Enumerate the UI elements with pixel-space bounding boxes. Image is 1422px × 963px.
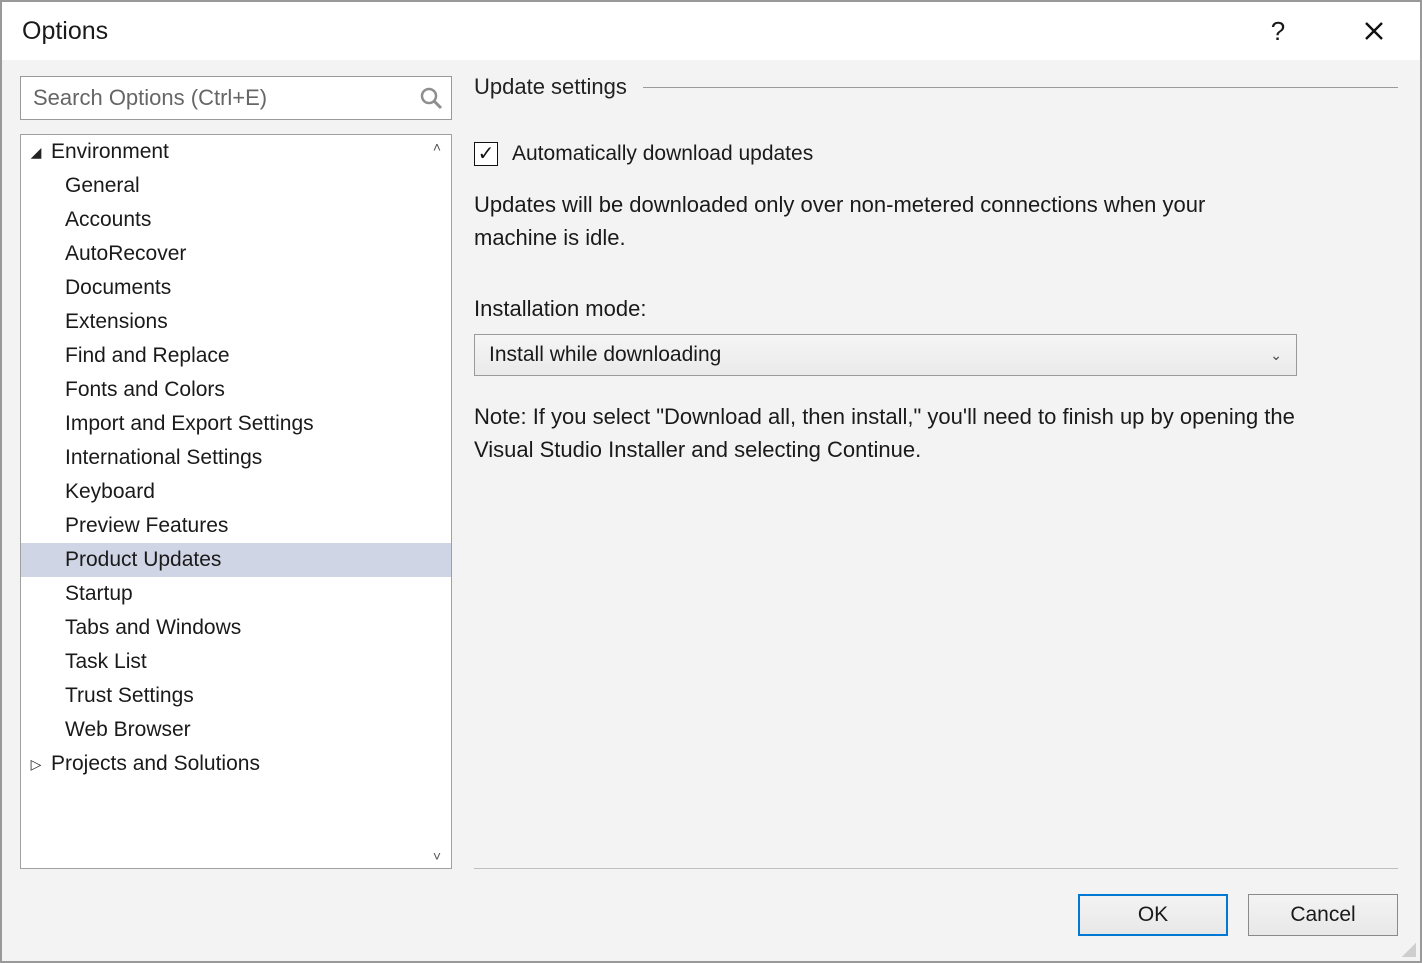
caret-down-icon: ◢	[27, 144, 45, 161]
help-button[interactable]: ?	[1250, 11, 1306, 51]
tree-label: Find and Replace	[65, 344, 230, 368]
section-rule	[643, 87, 1398, 88]
help-icon: ?	[1271, 16, 1285, 47]
tree-item-startup[interactable]: Startup	[21, 577, 451, 611]
right-column: Update settings ✓ Automatically download…	[474, 76, 1398, 869]
tree-label: Keyboard	[65, 480, 155, 504]
section-header: Update settings	[474, 74, 1398, 100]
auto-download-checkbox[interactable]: ✓	[474, 142, 498, 166]
cancel-button[interactable]: Cancel	[1248, 894, 1398, 936]
auto-download-label: Automatically download updates	[512, 142, 813, 166]
tree-label: Preview Features	[65, 514, 228, 538]
install-mode-value: Install while downloading	[489, 343, 721, 367]
tree-item-find-and-replace[interactable]: Find and Replace	[21, 339, 451, 373]
content-area: ˄ ˅ ◢ Environment General Accounts AutoR…	[2, 60, 1420, 869]
checkmark-icon: ✓	[478, 144, 495, 164]
search-icon	[419, 86, 443, 110]
tree-label: Product Updates	[65, 548, 221, 572]
tree-item-international-settings[interactable]: International Settings	[21, 441, 451, 475]
resize-grip-icon[interactable]	[1398, 939, 1416, 957]
close-icon	[1364, 21, 1384, 41]
close-button[interactable]	[1346, 11, 1402, 51]
section-title: Update settings	[474, 74, 627, 100]
tree-label: Startup	[65, 582, 133, 606]
tree-item-preview-features[interactable]: Preview Features	[21, 509, 451, 543]
window-title: Options	[22, 17, 108, 46]
options-tree: ˄ ˅ ◢ Environment General Accounts AutoR…	[20, 134, 452, 869]
install-mode-label: Installation mode:	[474, 296, 1398, 322]
tree-label: Extensions	[65, 310, 168, 334]
cancel-label: Cancel	[1290, 903, 1355, 927]
tree-node-projects-and-solutions[interactable]: ▷ Projects and Solutions	[21, 747, 451, 781]
tree-item-keyboard[interactable]: Keyboard	[21, 475, 451, 509]
tree-item-task-list[interactable]: Task List	[21, 645, 451, 679]
chevron-down-icon: ⌄	[1270, 347, 1282, 364]
tree-item-import-export-settings[interactable]: Import and Export Settings	[21, 407, 451, 441]
ok-button[interactable]: OK	[1078, 894, 1228, 936]
tree-label: Projects and Solutions	[51, 752, 260, 776]
auto-download-checkbox-row: ✓ Automatically download updates	[474, 142, 1398, 166]
tree-label: Fonts and Colors	[65, 378, 225, 402]
tree-node-environment[interactable]: ◢ Environment	[21, 135, 451, 169]
options-dialog: Options ? ˄ ˅ ◢	[0, 0, 1422, 963]
panel-divider	[474, 868, 1398, 869]
search-box[interactable]	[20, 76, 452, 120]
tree-label: Tabs and Windows	[65, 616, 241, 640]
titlebar: Options ?	[2, 2, 1420, 60]
tree-label: Environment	[51, 140, 169, 164]
tree-label: Trust Settings	[65, 684, 194, 708]
tree-label: Task List	[65, 650, 147, 674]
tree-item-product-updates[interactable]: Product Updates	[21, 543, 451, 577]
tree-item-extensions[interactable]: Extensions	[21, 305, 451, 339]
ok-label: OK	[1138, 903, 1168, 927]
tree-label: Accounts	[65, 208, 151, 232]
tree-scroll[interactable]: ◢ Environment General Accounts AutoRecov…	[21, 135, 451, 868]
tree-label: AutoRecover	[65, 242, 186, 266]
install-mode-note: Note: If you select "Download all, then …	[474, 400, 1304, 466]
tree-item-general[interactable]: General	[21, 169, 451, 203]
tree-item-documents[interactable]: Documents	[21, 271, 451, 305]
tree-label: Import and Export Settings	[65, 412, 314, 436]
tree-item-web-browser[interactable]: Web Browser	[21, 713, 451, 747]
left-column: ˄ ˅ ◢ Environment General Accounts AutoR…	[20, 76, 452, 869]
tree-label: General	[65, 174, 140, 198]
tree-item-autorecover[interactable]: AutoRecover	[21, 237, 451, 271]
tree-label: Web Browser	[65, 718, 191, 742]
tree-item-accounts[interactable]: Accounts	[21, 203, 451, 237]
caret-right-icon: ▷	[27, 756, 45, 773]
tree-label: Documents	[65, 276, 171, 300]
auto-download-description: Updates will be downloaded only over non…	[474, 188, 1284, 254]
tree-item-trust-settings[interactable]: Trust Settings	[21, 679, 451, 713]
tree-item-fonts-and-colors[interactable]: Fonts and Colors	[21, 373, 451, 407]
dialog-footer: OK Cancel	[2, 869, 1420, 961]
tree-label: International Settings	[65, 446, 262, 470]
tree-item-tabs-and-windows[interactable]: Tabs and Windows	[21, 611, 451, 645]
install-mode-dropdown[interactable]: Install while downloading ⌄	[474, 334, 1297, 376]
search-input[interactable]	[31, 84, 419, 112]
